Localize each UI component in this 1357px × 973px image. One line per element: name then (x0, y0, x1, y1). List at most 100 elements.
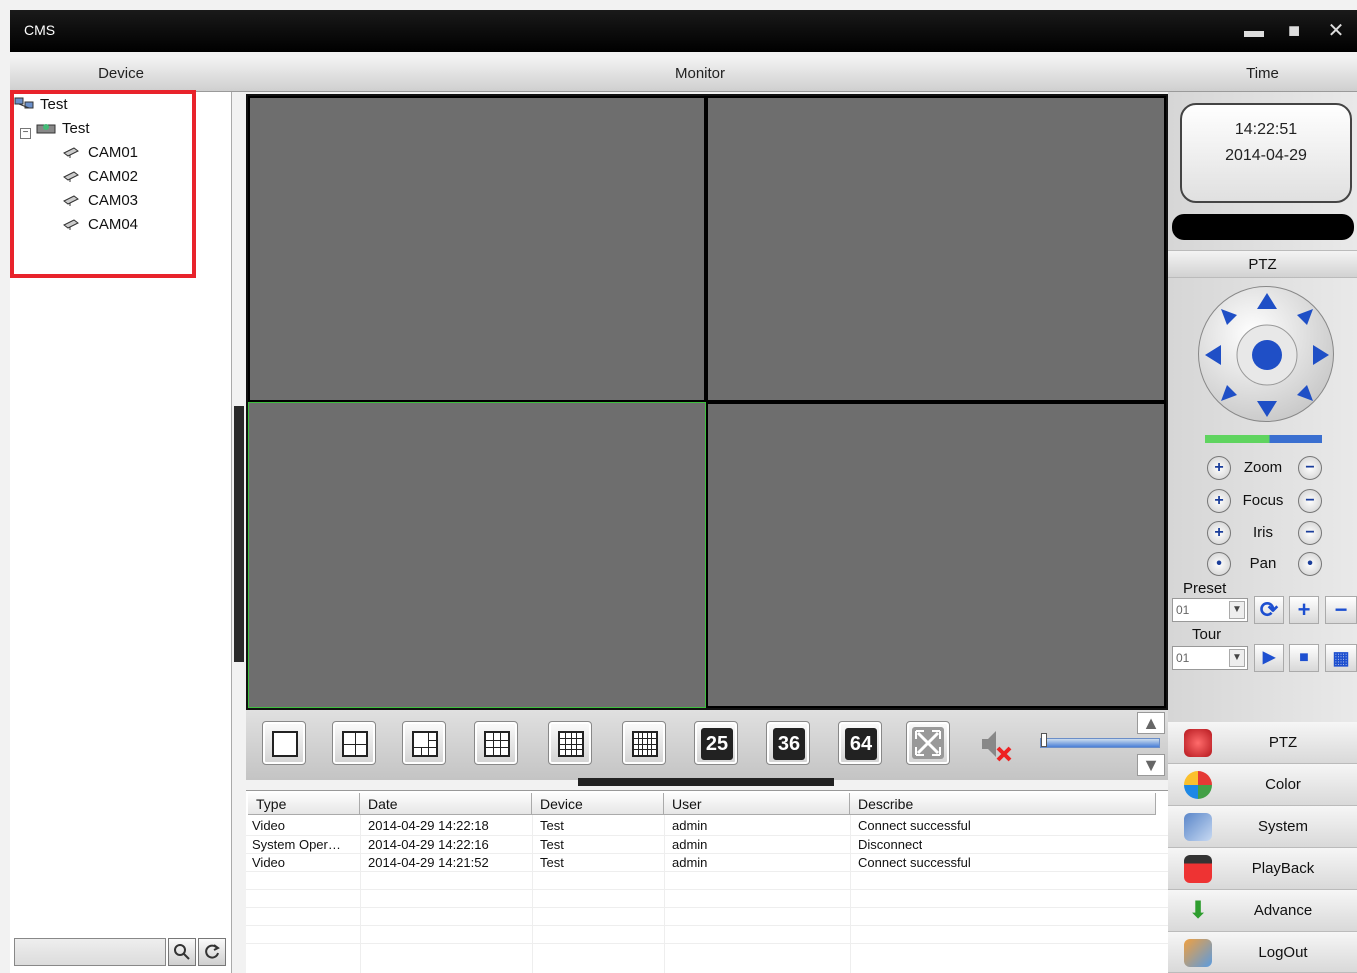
log-splitter[interactable] (578, 778, 834, 786)
log-cell: Connect successful (858, 855, 971, 870)
layout-1-button[interactable] (262, 721, 306, 765)
camera-icon (62, 144, 82, 158)
refresh-icon (205, 944, 220, 959)
log-cell: Test (540, 818, 564, 833)
camera-label: CAM01 (88, 144, 139, 161)
tree-group-label: Test (62, 120, 90, 137)
camera-label: CAM03 (88, 192, 139, 209)
tree-group[interactable]: Test (36, 118, 90, 140)
video-cell-3-selected[interactable] (248, 402, 706, 708)
focus-label: Focus (1242, 492, 1284, 509)
tree-camera[interactable]: CAM01 (62, 142, 138, 164)
menu-logout-label: LogOut (1258, 944, 1308, 961)
pan-label: Pan (1249, 555, 1277, 572)
preset-add-button[interactable]: + (1289, 596, 1319, 624)
refresh-button[interactable] (198, 938, 226, 966)
speaker-muted-icon (982, 731, 1012, 762)
preset-select[interactable]: 01 ▼ (1172, 598, 1248, 622)
log-cell: Connect successful (858, 818, 971, 833)
scroll-up-button[interactable]: ▲ (1137, 712, 1165, 734)
panel-collapse-handle[interactable] (234, 406, 244, 662)
clock-time: 14:22:51 (1234, 121, 1298, 138)
tree-root[interactable]: Test (14, 94, 68, 116)
cms-app: CMS ▬ ■ ✕ Device Monitor Time Test − Tes… (0, 0, 1357, 973)
preset-value: 01 (1176, 603, 1190, 617)
ptz-panel-title: PTZ (1168, 250, 1357, 278)
menu-advance[interactable]: ⬇ Advance (1168, 890, 1357, 932)
fullscreen-button[interactable] (906, 721, 950, 765)
volume-knob[interactable] (1041, 733, 1047, 747)
menu-color-label: Color (1265, 776, 1301, 793)
close-button[interactable]: ✕ (1324, 20, 1348, 42)
column-header-device[interactable]: Device (532, 793, 664, 815)
zoom-out-button[interactable]: − (1298, 456, 1322, 480)
log-cell: 2014-04-29 14:22:16 (368, 837, 489, 852)
log-cell: System Oper… (252, 837, 341, 852)
status-bar (1172, 214, 1354, 240)
pan-right-button[interactable]: • (1298, 552, 1322, 576)
column-header-date[interactable]: Date (360, 793, 532, 815)
layout-4-button[interactable] (332, 721, 376, 765)
menu-ptz[interactable]: PTZ (1168, 722, 1357, 764)
download-arrow-icon: ⬇ (1187, 897, 1209, 924)
column-header-describe[interactable]: Describe (850, 793, 1156, 815)
tour-select[interactable]: 01 ▼ (1172, 646, 1248, 670)
tour-stop-button[interactable]: ■ (1289, 644, 1319, 672)
video-cell-4[interactable] (706, 402, 1166, 708)
device-panel: Test − Test CAM01 CAM02 CAM03 CAM04 (10, 92, 232, 973)
scroll-down-button[interactable]: ▼ (1137, 754, 1165, 776)
tree-camera[interactable]: CAM02 (62, 166, 138, 188)
maximize-button[interactable]: ■ (1282, 20, 1306, 42)
volume-slider[interactable] (1040, 738, 1160, 748)
tree-camera[interactable]: CAM03 (62, 190, 138, 212)
clapperboard-icon (1184, 855, 1212, 883)
log-cell: admin (672, 818, 708, 833)
layout-16b-button[interactable] (622, 721, 666, 765)
menu-logout[interactable]: LogOut (1168, 932, 1357, 973)
menu-color[interactable]: Color (1168, 764, 1357, 806)
layout-9-button[interactable] (474, 721, 518, 765)
tour-grid-button[interactable]: ▦ (1325, 644, 1357, 672)
ptz-direction-pad[interactable] (1198, 286, 1334, 422)
log-cell: Test (540, 855, 564, 870)
magnifier-icon (174, 944, 190, 960)
direction-arrows-icon (1205, 293, 1329, 417)
chevron-down-icon: ▼ (1229, 601, 1245, 619)
collapse-toggle[interactable]: − (20, 128, 31, 139)
mute-button[interactable] (976, 724, 1016, 764)
tree-camera[interactable]: CAM04 (62, 214, 138, 236)
title-bar: CMS ▬ ■ ✕ (10, 10, 1357, 52)
log-cell: 2014-04-29 14:21:52 (368, 855, 489, 870)
focus-far-button[interactable]: − (1298, 489, 1322, 513)
layout-36-button[interactable]: 36 (766, 721, 810, 765)
preset-goto-button[interactable]: ⟳ (1254, 596, 1284, 624)
video-cell-2[interactable] (706, 96, 1166, 402)
layout-25-button[interactable]: 25 (694, 721, 738, 765)
menu-playback[interactable]: PlayBack (1168, 848, 1357, 890)
device-header: Device (10, 56, 232, 92)
iris-close-button[interactable]: − (1298, 521, 1322, 545)
iris-label: Iris (1253, 524, 1273, 541)
layout-toolbar: 25 36 64 (246, 710, 1168, 780)
layout-6-button[interactable] (402, 721, 446, 765)
monitor-header: Monitor (232, 56, 1168, 92)
column-header-user[interactable]: User (664, 793, 850, 815)
monitor-grid (246, 94, 1168, 710)
search-input[interactable] (14, 938, 166, 966)
preset-remove-button[interactable]: − (1325, 596, 1357, 624)
column-header-type[interactable]: Type (248, 793, 360, 815)
tour-play-button[interactable]: ▶ (1254, 644, 1284, 672)
menu-system[interactable]: System (1168, 806, 1357, 848)
layout-16-button[interactable] (548, 721, 592, 765)
layout-64-button[interactable]: 64 (838, 721, 882, 765)
search-button[interactable] (168, 938, 196, 966)
minimize-button[interactable]: ▬ (1242, 20, 1266, 42)
color-wheel-icon (1184, 771, 1212, 799)
video-cell-1[interactable] (248, 96, 706, 402)
log-cell: Disconnect (858, 837, 923, 852)
log-table: Type Date Device User Describe Video 201… (246, 790, 1168, 973)
menu-ptz-label: PTZ (1268, 734, 1298, 751)
ptz-speed-slider[interactable] (1205, 435, 1322, 443)
time-header: Time (1168, 56, 1357, 92)
menu-playback-label: PlayBack (1251, 860, 1315, 877)
